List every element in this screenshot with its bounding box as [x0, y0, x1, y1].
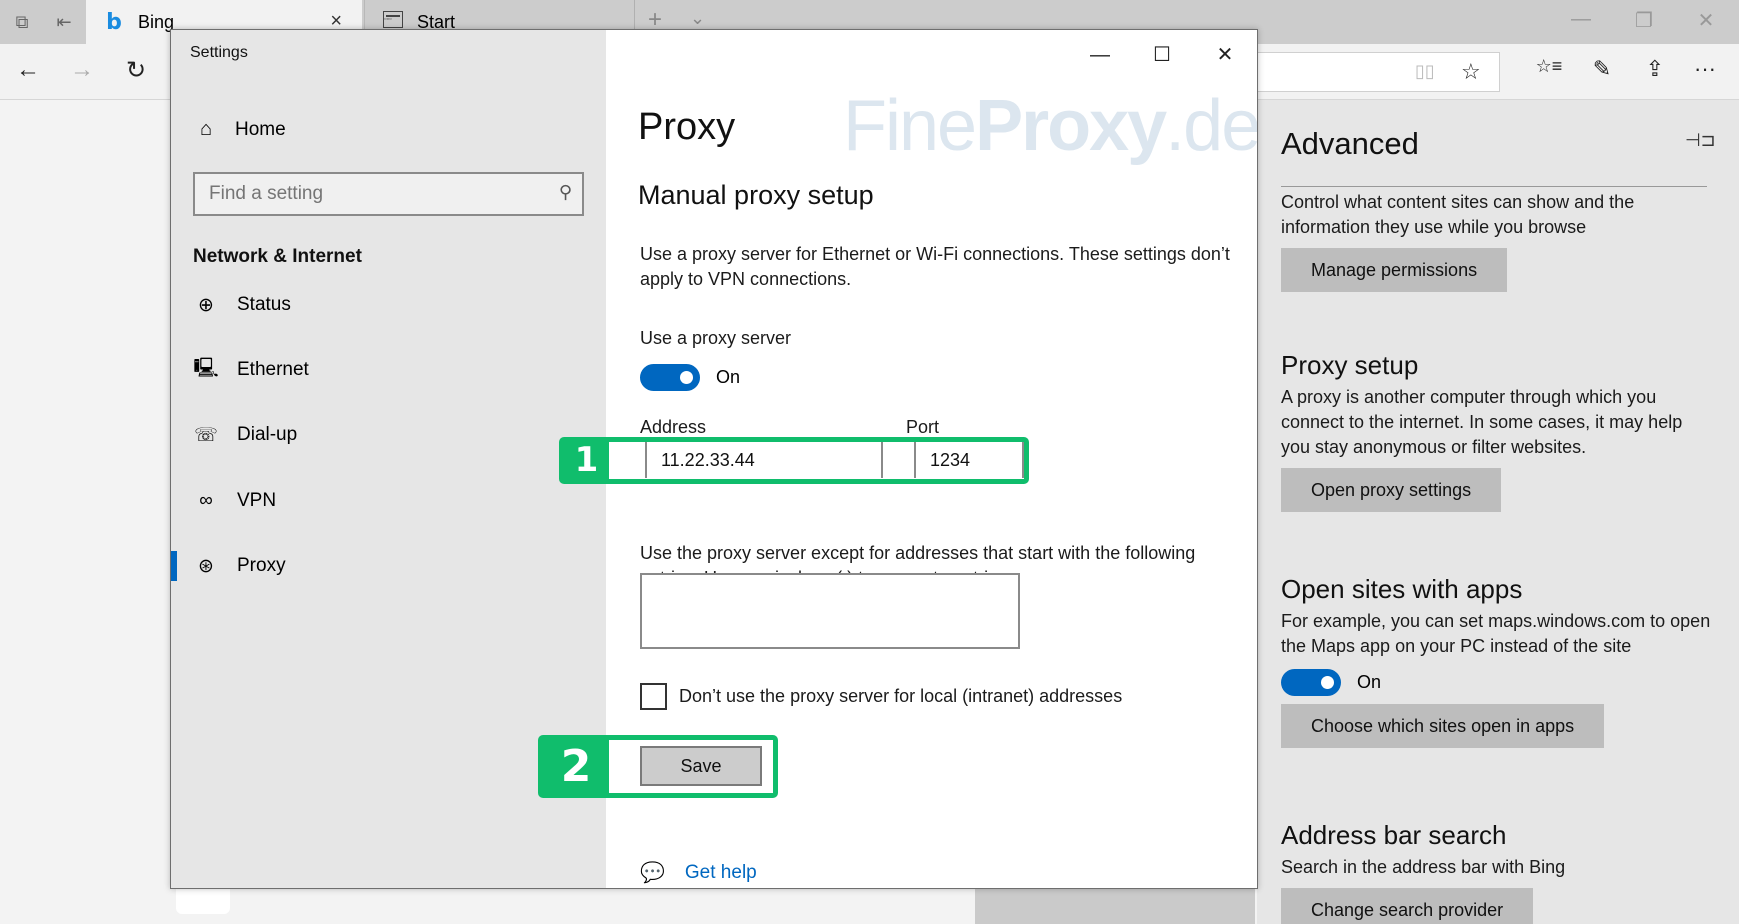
toggle-state-label: On [716, 367, 741, 387]
annotation-box-1: 1 [559, 437, 1029, 484]
more-menu-icon[interactable]: ··· [1688, 56, 1722, 82]
vpn-icon: ∞ [199, 490, 213, 511]
favorites-hub-icon[interactable]: ☆≡ [1532, 56, 1566, 77]
exceptions-input[interactable] [640, 573, 1020, 649]
proxy-description: Use a proxy server for Ethernet or Wi-Fi… [640, 244, 1230, 289]
refresh-button[interactable]: ↻ [120, 56, 152, 85]
sidebar-item-label: Dial-up [237, 424, 298, 445]
edge-advanced-settings-panel: Advanced ⊣⊐ Control what content sites c… [1257, 100, 1739, 924]
ethernet-icon: 🖳 [193, 358, 219, 379]
browser-close-button[interactable]: ✕ [1691, 8, 1721, 33]
section-title: Manual proxy setup [638, 180, 874, 210]
search-icon[interactable]: ⚲ [559, 182, 572, 203]
sidebar-item-ethernet[interactable]: 🖳 Ethernet [171, 345, 606, 395]
proxy-port-input[interactable] [914, 442, 1024, 478]
window-title: Settings [190, 44, 248, 61]
sidebar-item-label: Ethernet [237, 359, 309, 380]
page-card-fragment [176, 888, 230, 914]
proxy-globe-icon: ⊛ [198, 555, 214, 577]
fineproxy-watermark: FineProxy.de [843, 86, 1258, 166]
local-addresses-checkbox-row[interactable]: Don’t use the proxy server for local (in… [640, 683, 1122, 710]
port-label: Port [906, 417, 940, 437]
web-notes-pen-icon[interactable]: ✎ [1585, 56, 1619, 82]
pin-icon[interactable]: ⊣⊐ [1685, 130, 1716, 151]
annotation-number: 2 [543, 740, 609, 793]
bing-logo-icon: b [106, 9, 122, 35]
panel-divider [1281, 186, 1707, 187]
get-help-link[interactable]: Get help [685, 862, 757, 884]
use-proxy-toggle[interactable] [640, 364, 700, 391]
address-label: Address [640, 417, 707, 437]
proxy-address-input[interactable] [645, 442, 883, 478]
sidebar-item-label: Proxy [237, 555, 286, 576]
add-favorite-star-icon[interactable]: ☆ [1461, 59, 1481, 85]
category-heading: Network & Internet [193, 246, 362, 267]
choose-sites-open-in-apps-button[interactable]: Choose which sites open in apps [1281, 704, 1605, 748]
search-input[interactable] [195, 174, 535, 214]
annotation-box-2: 2 Save [538, 735, 778, 798]
sidebar-item-dial-up[interactable]: ☏ Dial-up [171, 410, 606, 460]
sidebar-item-label: Status [237, 294, 291, 315]
page-title: Proxy [638, 106, 736, 148]
set-tabs-aside-icon[interactable]: ⇤ [52, 10, 76, 34]
sidebar-item-label: Home [235, 118, 286, 140]
use-proxy-label: Use a proxy server [640, 328, 792, 348]
forward-button[interactable]: → [66, 56, 98, 84]
proxy-settings-content: FineProxy.de Proxy Manual proxy setup Us… [538, 30, 1258, 888]
status-globe-icon: ⊕ [198, 294, 214, 316]
get-help-row[interactable]: 💬 Get help [640, 860, 757, 885]
toggle-state-label: On [1357, 672, 1382, 692]
tab-label: Bing [138, 11, 175, 32]
settings-window: Settings ⌂ Home ⚲ Network & Internet ⊕ S… [170, 29, 1258, 889]
reading-view-icon[interactable]: ▯▯ [1415, 61, 1435, 82]
dial-up-icon: ☏ [194, 424, 218, 446]
proxy-setup-section: Proxy setup A proxy is another computer … [1281, 350, 1711, 512]
address-bar-search-section: Address bar search Search in the address… [1281, 820, 1711, 924]
page-panel-fragment [975, 888, 1255, 924]
save-button[interactable]: Save [640, 746, 762, 786]
open-proxy-settings-button[interactable]: Open proxy settings [1281, 468, 1502, 512]
manage-permissions-button[interactable]: Manage permissions [1281, 248, 1508, 292]
find-setting-search[interactable]: ⚲ [193, 172, 584, 216]
local-addresses-checkbox[interactable] [640, 683, 667, 710]
tab-preview-icon[interactable]: ⧉ [10, 10, 34, 34]
browser-restore-button[interactable]: ❐ [1629, 8, 1659, 33]
open-sites-with-apps-section: Open sites with apps For example, you ca… [1281, 574, 1711, 748]
permissions-section: Control what content sites can show and … [1281, 190, 1711, 292]
permissions-description: Control what content sites can show and … [1281, 192, 1635, 237]
sidebar-item-label: VPN [237, 490, 277, 511]
section-description: Search in the address bar with Bing [1281, 857, 1566, 877]
browser-minimize-button[interactable]: — [1566, 8, 1596, 31]
open-sites-with-apps-toggle[interactable] [1281, 669, 1341, 696]
sidebar-item-vpn[interactable]: ∞ VPN [171, 476, 606, 526]
section-heading: Address bar search [1281, 820, 1507, 850]
section-heading: Proxy setup [1281, 350, 1419, 380]
sidebar-item-proxy[interactable]: ⊛ Proxy [171, 541, 606, 591]
change-search-provider-button[interactable]: Change search provider [1281, 888, 1534, 924]
section-description: A proxy is another computer through whic… [1281, 387, 1683, 457]
checkbox-label: Don’t use the proxy server for local (in… [679, 686, 1123, 706]
home-icon: ⌂ [199, 118, 213, 140]
tab-list-chevron-icon[interactable]: ⌄ [690, 8, 705, 29]
back-button[interactable]: ← [12, 56, 44, 84]
section-description: For example, you can set maps.windows.co… [1281, 611, 1711, 656]
sidebar-item-home[interactable]: ⌂ Home [193, 118, 286, 141]
annotation-number: 1 [564, 442, 609, 479]
sidebar-item-status[interactable]: ⊕ Status [171, 280, 606, 330]
help-chat-icon: 💬 [640, 862, 665, 884]
address-bar[interactable]: ▯▯ ☆ [1250, 52, 1500, 92]
section-heading: Open sites with apps [1281, 574, 1523, 604]
share-icon[interactable]: ⇪ [1638, 56, 1672, 82]
use-proxy-toggle-row: On [640, 364, 740, 391]
panel-title: Advanced [1281, 126, 1419, 161]
